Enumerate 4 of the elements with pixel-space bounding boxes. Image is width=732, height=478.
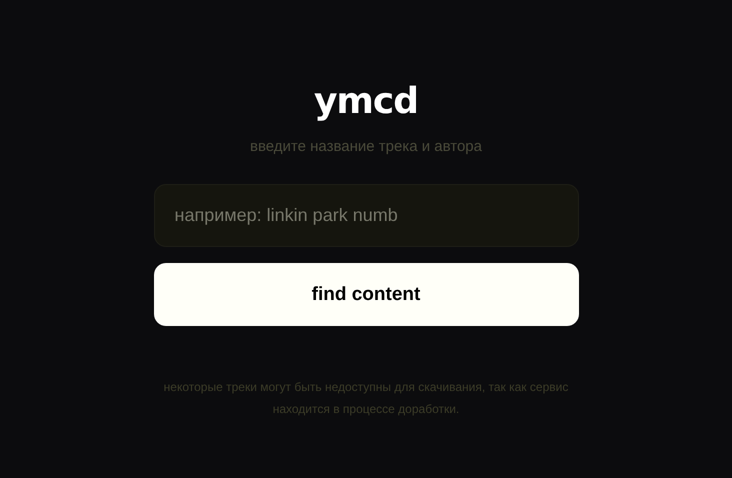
- subtitle: введите название трека и автора: [250, 138, 482, 156]
- app-title: ymcd: [314, 82, 418, 122]
- search-field[interactable]: например: linkin park numb: [154, 184, 578, 247]
- find-content-button[interactable]: find content: [154, 263, 578, 326]
